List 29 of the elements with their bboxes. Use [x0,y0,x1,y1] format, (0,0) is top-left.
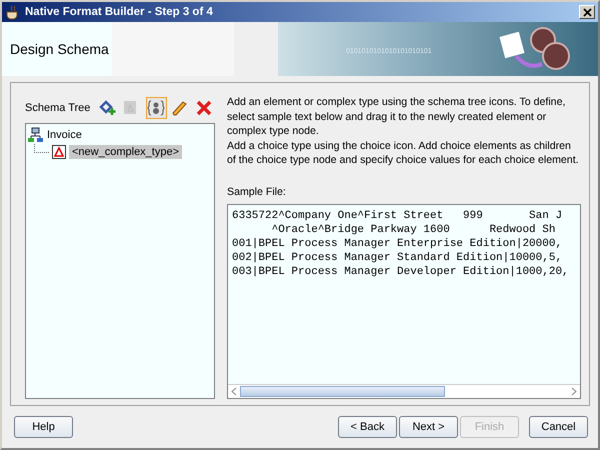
close-button[interactable] [579,5,595,19]
horizontal-scrollbar[interactable] [228,384,580,398]
instruction-text: Add an element or complex type using the schema tree icons. To define, select sample text below and drag it to the newly created element or complex type node. [227,95,566,138]
sample-text-line: 002|BPEL Process Manager Standard Edition|10000,5, [232,250,564,264]
sample-file-area[interactable] [227,204,581,399]
sample-text-line: 6335722^Company One^First Street 999 San J [232,208,564,222]
wizard-button[interactable]: < Back [338,416,397,438]
sample-text-line: 001|BPEL Process Manager Enterprise Edition|20000, [232,236,564,250]
triangle-node-icon [52,145,66,159]
page-heading: Design Schema [9,41,110,57]
tree-node[interactable]: <new_complex_type> [69,145,182,159]
scrollbar-thumb[interactable] [240,386,445,397]
pencil-icon [171,100,190,116]
sample-text-line: 003|BPEL Process Manager Developer Edition|1000,20, [232,264,570,278]
help-button[interactable]: Help [14,416,73,438]
sample-file-label: Sample File: [227,186,287,198]
hierarchy-icon [28,127,44,143]
braces-icon [147,100,166,116]
wizard-button[interactable]: Next > [399,416,458,438]
tree-node[interactable]: Invoice [28,127,212,143]
instruction-text: Add a choice type using the choice icon. Add choice elements as children of the choice type node and specify choice values for each choice element. [227,138,579,168]
diamond-plus-icon [98,100,117,116]
schema-tree-label: Schema Tree [25,102,90,114]
delete-icon [195,100,214,116]
sample-text-line: ^Oracle^Bridge Parkway 1600 Redwood Sh [270,222,556,236]
window-title: Native Format Builder - Step 3 of 4 [25,6,214,18]
choice-tool-button[interactable] [146,97,167,119]
wizard-button[interactable]: Cancel [529,416,588,438]
close-icon [582,8,592,16]
